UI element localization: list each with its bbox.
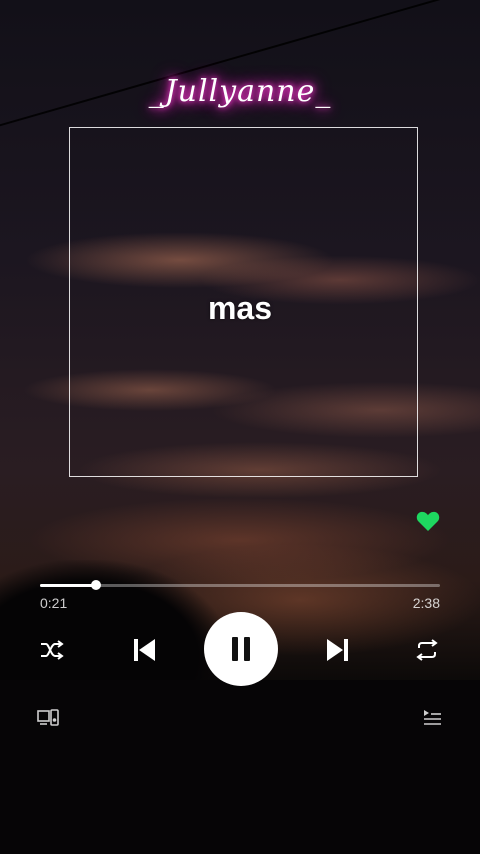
queue-icon [424, 710, 441, 725]
next-button[interactable] [322, 634, 354, 666]
skip-next-icon [327, 639, 348, 661]
shuffle-button[interactable] [36, 636, 68, 664]
pause-icon [232, 637, 238, 661]
time-elapsed: 0:21 [40, 595, 68, 611]
repeat-button[interactable] [411, 636, 443, 664]
progress-fill [40, 584, 96, 587]
repeat-icon [416, 639, 438, 661]
progress-thumb[interactable] [91, 580, 101, 590]
previous-button[interactable] [128, 634, 160, 666]
lyric-line: mas [207, 290, 273, 326]
time-total: 2:38 [412, 595, 440, 611]
connect-devices-icon [37, 709, 59, 726]
skip-previous-icon [134, 639, 155, 661]
connect-devices-button[interactable] [34, 706, 62, 730]
progress-bar[interactable] [40, 580, 440, 590]
pause-button[interactable] [204, 612, 278, 686]
shuffle-icon [41, 640, 64, 660]
overlay-title: _Jullyanne_ [148, 74, 332, 109]
queue-button[interactable] [418, 706, 446, 730]
liked-heart-icon[interactable] [416, 510, 440, 532]
ground-silhouette [0, 680, 480, 854]
pause-icon-bar [244, 637, 250, 661]
